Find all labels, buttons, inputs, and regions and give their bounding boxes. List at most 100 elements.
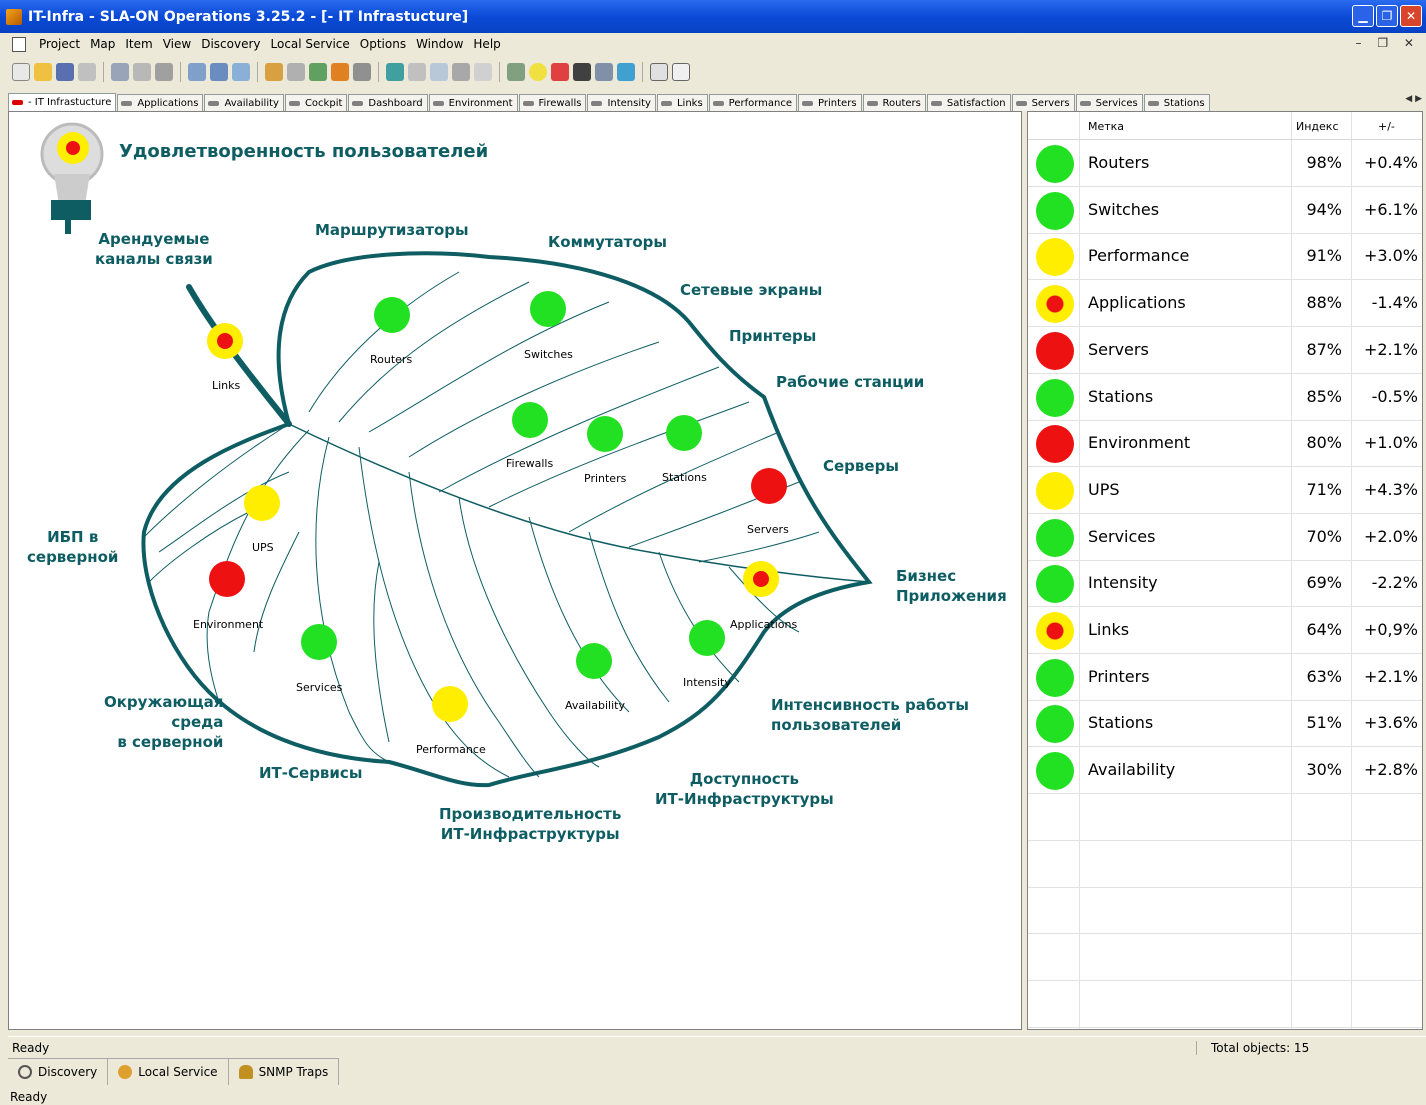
tab-it-infrastucture[interactable]: - IT Infrastucture [8,93,117,111]
table-row[interactable]: Links 64% +0,9% [1028,607,1422,654]
save-icon[interactable] [56,63,74,81]
maximize-button[interactable]: ❐ [1376,5,1398,27]
grid-icon[interactable] [595,63,613,81]
menu-discovery[interactable]: Discovery [196,37,265,51]
table-row[interactable]: Servers 87% +2.1% [1028,327,1422,374]
dock-snmp-traps[interactable]: SNMP Traps [229,1058,340,1085]
tool-icon-3[interactable] [232,63,250,81]
tab-satisfaction[interactable]: Satisfaction [926,94,1011,111]
table-row[interactable]: Switches 94% +6.1% [1028,187,1422,234]
tab-dashboard[interactable]: Dashboard [348,94,428,111]
tab-indicator-icon [522,100,534,106]
map-title: Удовлетворенность пользователей [119,141,489,162]
table-row[interactable]: Routers 98% +0.4% [1028,140,1422,187]
table-row[interactable]: Environment 80% +1.0% [1028,420,1422,468]
tool-icon-1[interactable] [188,63,206,81]
paste-icon[interactable] [155,63,173,81]
menu-help[interactable]: Help [468,37,505,51]
row-label: Services [1088,526,1156,546]
column-label[interactable]: Метка [1088,120,1124,133]
node-printers[interactable]: Printers [584,472,626,485]
node-services[interactable]: Services [296,681,342,694]
tab-cockpit[interactable]: Cockpit [284,94,348,111]
table-row[interactable]: UPS 71% +4.3% [1028,467,1422,514]
tree-icon[interactable] [507,63,525,81]
tool-icon-10[interactable] [408,63,426,81]
node-links[interactable]: Links [212,379,240,392]
tab-links[interactable]: Links [656,94,708,111]
tool-icon-6[interactable] [309,63,327,81]
dock-discovery[interactable]: Discovery [8,1058,109,1085]
tab-routers[interactable]: Routers [862,94,926,111]
tool-icon-7[interactable] [331,63,349,81]
tab-applications[interactable]: Applications [117,94,204,111]
copy-icon[interactable] [133,63,151,81]
node-ups[interactable]: UPS [252,541,274,554]
tool-icon-13[interactable] [474,63,492,81]
help-icon[interactable] [672,63,690,81]
properties-icon[interactable] [650,63,668,81]
column-index[interactable]: Индекс [1296,120,1339,133]
tab-services[interactable]: Services [1075,94,1143,111]
menu-item[interactable]: Item [120,37,157,51]
tab-environment[interactable]: Environment [428,94,518,111]
menu-local-service[interactable]: Local Service [266,37,355,51]
tab-intensity[interactable]: Intensity [587,94,656,111]
table-row[interactable]: Stations 51% +3.6% [1028,700,1422,748]
close-button[interactable]: ✕ [1400,5,1422,27]
globe-icon[interactable] [617,63,635,81]
table-row[interactable]: Availability 30% +2.8% [1028,747,1422,795]
tab-servers[interactable]: Servers [1011,94,1075,111]
node-switches[interactable]: Switches [524,348,573,361]
node-availability[interactable]: Availability [565,699,625,712]
table-row[interactable]: Intensity 69% -2.2% [1028,560,1422,608]
menu-view[interactable]: View [158,37,196,51]
map-canvas: Удовлетворенность пользователей Арендуем… [8,111,1022,1030]
tab-firewalls[interactable]: Firewalls [518,94,587,111]
node-intensity[interactable]: Intensity [683,676,731,689]
table-row[interactable]: Stations 85% -0.5% [1028,374,1422,421]
table-row[interactable]: Printers 63% +2.1% [1028,654,1422,701]
table-row[interactable]: Applications 88% -1.4% [1028,280,1422,328]
mdi-controls[interactable]: – ❐ ✕ [1356,36,1420,50]
tab-printers[interactable]: Printers [798,94,862,111]
home-icon[interactable] [551,63,569,81]
node-stations[interactable]: Stations [662,471,707,484]
row-change: +0,9% [1363,620,1418,639]
column-change[interactable]: +/- [1378,120,1395,133]
menu-options[interactable]: Options [355,37,411,51]
minimize-button[interactable]: ▁ [1352,5,1374,27]
tool-icon-9[interactable] [386,63,404,81]
tool-icon-12[interactable] [452,63,470,81]
tab-performance[interactable]: Performance [708,94,798,111]
table-row[interactable]: Services 70% +2.0% [1028,514,1422,561]
cut-icon[interactable] [111,63,129,81]
node-firewalls[interactable]: Firewalls [506,457,553,470]
tool-icon-4[interactable] [265,63,283,81]
node-environment[interactable]: Environment [193,618,263,631]
dock-local-service[interactable]: Local Service [108,1058,229,1085]
new-icon[interactable] [12,63,30,81]
window-icon[interactable] [573,63,591,81]
node-servers[interactable]: Servers [747,523,789,536]
node-routers[interactable]: Routers [370,353,412,366]
tab-scroll-arrows[interactable]: ◀ ▶ [1405,94,1422,104]
menu-map[interactable]: Map [85,37,120,51]
tab-availability[interactable]: Availability [204,94,284,111]
tool-icon-2[interactable] [210,63,228,81]
tab-indicator-icon [591,100,603,106]
table-row[interactable]: Performance 91% +3.0% [1028,233,1422,281]
tool-icon-11[interactable] [430,63,448,81]
tab-stations[interactable]: Stations [1143,94,1210,111]
map-tabs: - IT Infrastucture Applications Availabi… [8,93,1426,111]
tool-icon-5[interactable] [287,63,305,81]
node-applications[interactable]: Applications [730,618,797,631]
wand-icon[interactable] [78,63,96,81]
open-icon[interactable] [34,63,52,81]
menu-project[interactable]: Project [34,37,85,51]
category-environment: Окружающая среда в серверной [104,693,224,751]
menu-window[interactable]: Window [411,37,468,51]
bulb-icon[interactable] [529,63,547,81]
node-performance[interactable]: Performance [416,743,486,756]
tool-icon-8[interactable] [353,63,371,81]
